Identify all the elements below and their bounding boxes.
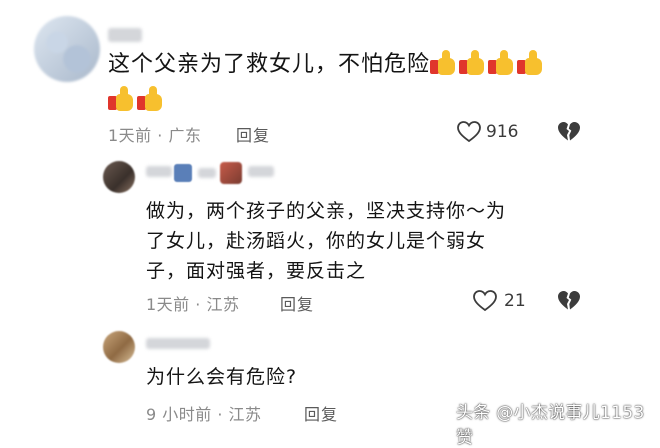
thumbs-up-emoji-icon bbox=[430, 50, 457, 76]
commenter-username-blurred[interactable] bbox=[108, 28, 142, 42]
reply1-username-blurred[interactable] bbox=[146, 166, 172, 177]
reply1-text-line: 做为，两个孩子的父亲，坚决支持你～为 bbox=[146, 200, 507, 222]
heart-outline-icon bbox=[473, 290, 497, 312]
thumbs-up-emoji-group bbox=[430, 50, 546, 77]
reply1-text-line: 了女儿，赴汤蹈火，你的女儿是个弱女 bbox=[146, 230, 487, 252]
main-comment-time-location: 1天前 · 广东 bbox=[108, 126, 202, 145]
thumbs-up-emoji-icon bbox=[517, 50, 544, 76]
platform-watermark: 头条 @小杰说事儿1153赞 bbox=[456, 403, 645, 448]
reply2-reply-button[interactable]: 回复 bbox=[304, 401, 338, 425]
main-comment-like-count: 916 bbox=[486, 122, 519, 142]
reply-target-username-blurred[interactable] bbox=[248, 166, 274, 177]
commenter-avatar[interactable] bbox=[34, 16, 100, 82]
reply1-text: 做为，两个孩子的父亲，坚决支持你～为 了女儿，赴汤蹈火，你的女儿是个弱女 子，面… bbox=[146, 196, 506, 286]
main-comment-reply-button[interactable]: 回复 bbox=[236, 122, 270, 146]
reply1-dislike-button[interactable] bbox=[556, 289, 582, 317]
reply1-reply-button[interactable]: 回复 bbox=[280, 291, 314, 315]
thumbs-up-emoji-icon bbox=[488, 50, 515, 76]
reply1-like-button[interactable] bbox=[472, 289, 498, 317]
reply1-text-line: 子，面对强者，要反击之 bbox=[146, 260, 367, 282]
thumbs-up-emoji-icon bbox=[137, 86, 164, 112]
reply2-avatar[interactable] bbox=[103, 331, 135, 363]
main-comment-text: 这个父亲为了救女儿，不怕危险 bbox=[108, 52, 431, 77]
broken-heart-icon bbox=[558, 291, 580, 310]
reply-target-avatar[interactable] bbox=[220, 162, 242, 184]
broken-heart-icon bbox=[558, 122, 580, 141]
reply2-time-location: 9 小时前 · 江苏 bbox=[146, 405, 262, 424]
thumbs-up-emoji-group-2 bbox=[108, 86, 166, 112]
heart-outline-icon bbox=[457, 121, 481, 143]
author-badge-icon bbox=[174, 164, 192, 182]
main-comment-text-line1: 这个父亲为了救女儿，不怕危险 bbox=[108, 50, 546, 80]
thumbs-up-emoji-icon bbox=[459, 50, 486, 76]
reply1-like-count: 21 bbox=[504, 291, 526, 311]
reply2-username-blurred[interactable] bbox=[146, 338, 210, 349]
thumbs-up-emoji-icon bbox=[108, 86, 135, 112]
main-comment-dislike-button[interactable] bbox=[556, 120, 582, 148]
reply2-text: 为什么会有危险? bbox=[146, 366, 298, 388]
main-comment-like-button[interactable] bbox=[456, 120, 482, 148]
reply1-time-location: 1天前 · 江苏 bbox=[146, 295, 240, 314]
reply1-avatar[interactable] bbox=[103, 161, 135, 193]
reply1-arrow-blurred bbox=[198, 168, 216, 178]
